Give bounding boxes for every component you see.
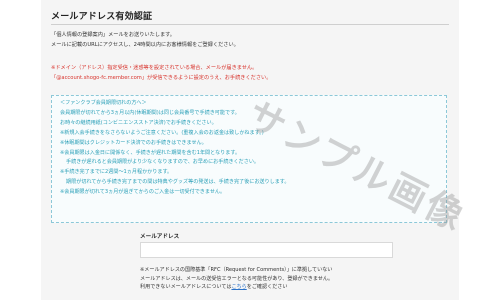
email-field-label: メールアドレス (140, 234, 180, 240)
warning-suffix: 」が受信できるように設定のうえ、お手続きください。 (141, 75, 272, 81)
notice-line: ＜ファンクラブ会員期限切れの方へ＞ (60, 100, 147, 106)
domain-warning: ※ドメイン（アドレス）指定受信・迷惑等を設定されている場合、メールが届きません。… (51, 63, 449, 83)
intro-line-1: 「個人情報の登録案内」メールをお送りいたします。 (51, 32, 175, 38)
notice-line: ※休眠期間はクレジットカード決済でのお手続きはできません。 (60, 139, 207, 146)
footnote-line-2: メールアドレスは、メールの送受信エラーとなる可能性があり、登録ができません。 (140, 275, 334, 282)
email-field[interactable] (140, 242, 393, 258)
notice-line: ※手続き完了までに2週間〜1ヵ月程かかります。 (60, 169, 173, 176)
page-title: メールアドレス有効認証 (51, 12, 153, 22)
expired-member-notice: ＜ファンクラブ会員期限切れの方へ＞ 会員期限が切れてから3ヵ月以内(休眠期間)は… (51, 95, 447, 223)
sender-address: @account.shogo-fc.member.com (56, 75, 142, 81)
footnote-line-3: 利用できないメールアドレスについてはこちらをご確認ください (140, 283, 410, 292)
notice-line: 期限が切れてから手続き完了までの間は特典やグッズ等の発送は、手続き完了後にお送り… (66, 179, 290, 186)
title-divider (51, 24, 449, 25)
notice-line: 会員期限が切れてから3ヵ月以内(休眠期間)は同じ会員番号で手続き可能です。 (60, 109, 240, 116)
unusable-address-link[interactable]: こちら (231, 284, 246, 290)
intro-text: 「個人情報の登録案内」メールをお送りいたします。 メールに記載のURLにアクセス… (51, 30, 449, 50)
warning-line-1: ※ドメイン（アドレス）指定受信・迷惑等を設定されている場合、メールが届きません。 (51, 65, 258, 71)
notice-line: お時々の継続用紙(コンビニエンスストア決済)でお手続きください。 (60, 119, 217, 126)
rfc-footnote: ※メールアドレスの国際基準「RFC（Request for Comments）」… (140, 266, 410, 292)
footnote-suffix: をご確認ください (246, 284, 288, 291)
warning-line-2: 「@account.shogo-fc.member.com」が受信できるように設… (51, 73, 449, 83)
footnote-prefix: 利用できないメールアドレスについては (140, 284, 232, 291)
notice-line: ※会員期限が切れて3ヵ月が過ぎてからのご入金は一切受付できません。 (60, 189, 226, 196)
notice-line: ※会員期限は入金日に開係なく、手続きが遅れた期間を含む1年間となります。 (60, 149, 241, 156)
notice-line: ※新規入会手続きをなさらないようご注意ください。(重複入会のお返金は致しかねます… (60, 129, 264, 136)
notice-line: 手続きが遅れると会員期限がより少なくなりますので、お早めにお手続きください。 (66, 159, 260, 166)
page-container: メールアドレス有効認証 「個人情報の登録案内」メールをお送りいたします。 メール… (41, 0, 459, 300)
intro-line-2: メールに記載のURLにアクセスし、24時間以内にお客様情報をご登録ください。 (51, 42, 239, 48)
footnote-line-1: ※メールアドレスの国際基準「RFC（Request for Comments）」… (140, 267, 333, 273)
